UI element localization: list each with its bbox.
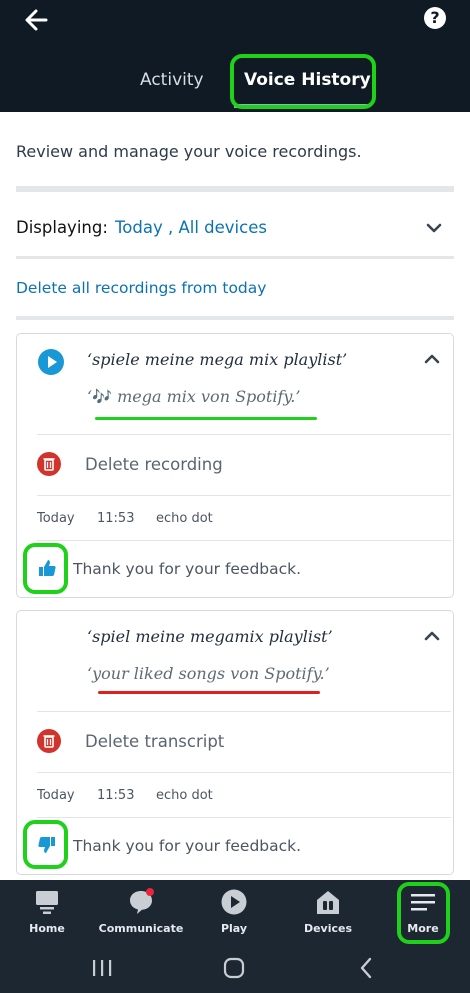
trash-icon[interactable] xyxy=(37,729,61,753)
feedback-text: Thank you for your feedback. xyxy=(73,560,302,578)
delete-transcript-button[interactable]: Delete transcript xyxy=(85,732,224,751)
utterance-text: ‘spiel meine megamix playlist’ xyxy=(87,627,333,646)
trash-icon[interactable] xyxy=(37,452,61,476)
section-divider xyxy=(16,186,454,192)
feedback-text: Thank you for your feedback. xyxy=(73,837,302,855)
communicate-icon xyxy=(130,888,154,914)
utterance-text: ‘spiele meine mega mix playlist’ xyxy=(87,350,348,369)
chevron-down-icon[interactable] xyxy=(426,220,442,236)
recording-device: echo dot xyxy=(156,788,213,803)
nav-label: Home xyxy=(29,922,65,935)
nav-communicate[interactable]: Communicate xyxy=(94,880,188,946)
highlight-ring-more xyxy=(397,882,450,944)
recording-time: 11:53 xyxy=(97,511,135,526)
chevron-up-icon[interactable] xyxy=(423,350,441,368)
recording-device: echo dot xyxy=(156,511,213,526)
top-app-bar: ? Activity Voice History xyxy=(0,0,470,112)
recording-date: Today xyxy=(37,511,75,526)
card-divider xyxy=(37,540,451,541)
back-button-icon[interactable] xyxy=(356,956,376,980)
card-divider xyxy=(37,711,451,712)
tab-activity[interactable]: Activity xyxy=(140,70,204,90)
intro-text: Review and manage your voice recordings. xyxy=(16,142,362,161)
recent-apps-icon[interactable] xyxy=(90,958,114,978)
response-text: ‘🎶 mega mix von Spotify.’ xyxy=(87,387,300,406)
nav-label: Devices xyxy=(303,922,353,935)
recording-date: Today xyxy=(37,788,75,803)
highlight-ring-thumbs-up xyxy=(23,543,68,594)
highlight-ring-voice-history xyxy=(230,54,376,109)
play-icon xyxy=(221,889,247,915)
card-divider xyxy=(37,434,451,435)
delete-all-link[interactable]: Delete all recordings from today xyxy=(16,279,266,297)
recording-card: ‘spiele meine mega mix playlist’ ‘🎶 mega… xyxy=(16,333,454,598)
response-underline xyxy=(95,417,317,420)
help-icon[interactable]: ? xyxy=(424,7,446,29)
devices-icon xyxy=(317,891,339,914)
chevron-up-icon[interactable] xyxy=(423,627,441,645)
highlight-ring-thumbs-down xyxy=(23,820,68,869)
nav-play[interactable]: Play xyxy=(187,880,281,946)
play-recording-icon[interactable] xyxy=(38,349,64,375)
response-underline xyxy=(98,691,320,694)
recording-card: ‘spiel meine megamix playlist’ ‘your lik… xyxy=(16,610,454,875)
filter-value[interactable]: Today , All devices xyxy=(115,218,267,237)
nav-label: Play xyxy=(220,922,248,935)
nav-label: Communicate xyxy=(98,922,184,935)
card-divider xyxy=(37,772,451,773)
home-icon xyxy=(36,891,58,914)
response-text: ‘your liked songs von Spotify.’ xyxy=(87,664,330,683)
card-divider xyxy=(37,817,451,818)
section-divider-2 xyxy=(16,316,454,320)
filter-label: Displaying: xyxy=(16,218,108,237)
arrow-left-icon[interactable] xyxy=(22,6,50,34)
response-body: mega mix von Spotify.’ xyxy=(117,387,301,406)
card-divider xyxy=(37,495,451,496)
music-notes-icon: 🎶 xyxy=(92,387,113,406)
delete-recording-button[interactable]: Delete recording xyxy=(85,455,223,474)
recording-time: 11:53 xyxy=(97,788,135,803)
filter-divider xyxy=(16,256,454,259)
home-button-icon[interactable] xyxy=(222,956,246,980)
nav-devices[interactable]: Devices xyxy=(281,880,375,946)
nav-home[interactable]: Home xyxy=(0,880,94,946)
